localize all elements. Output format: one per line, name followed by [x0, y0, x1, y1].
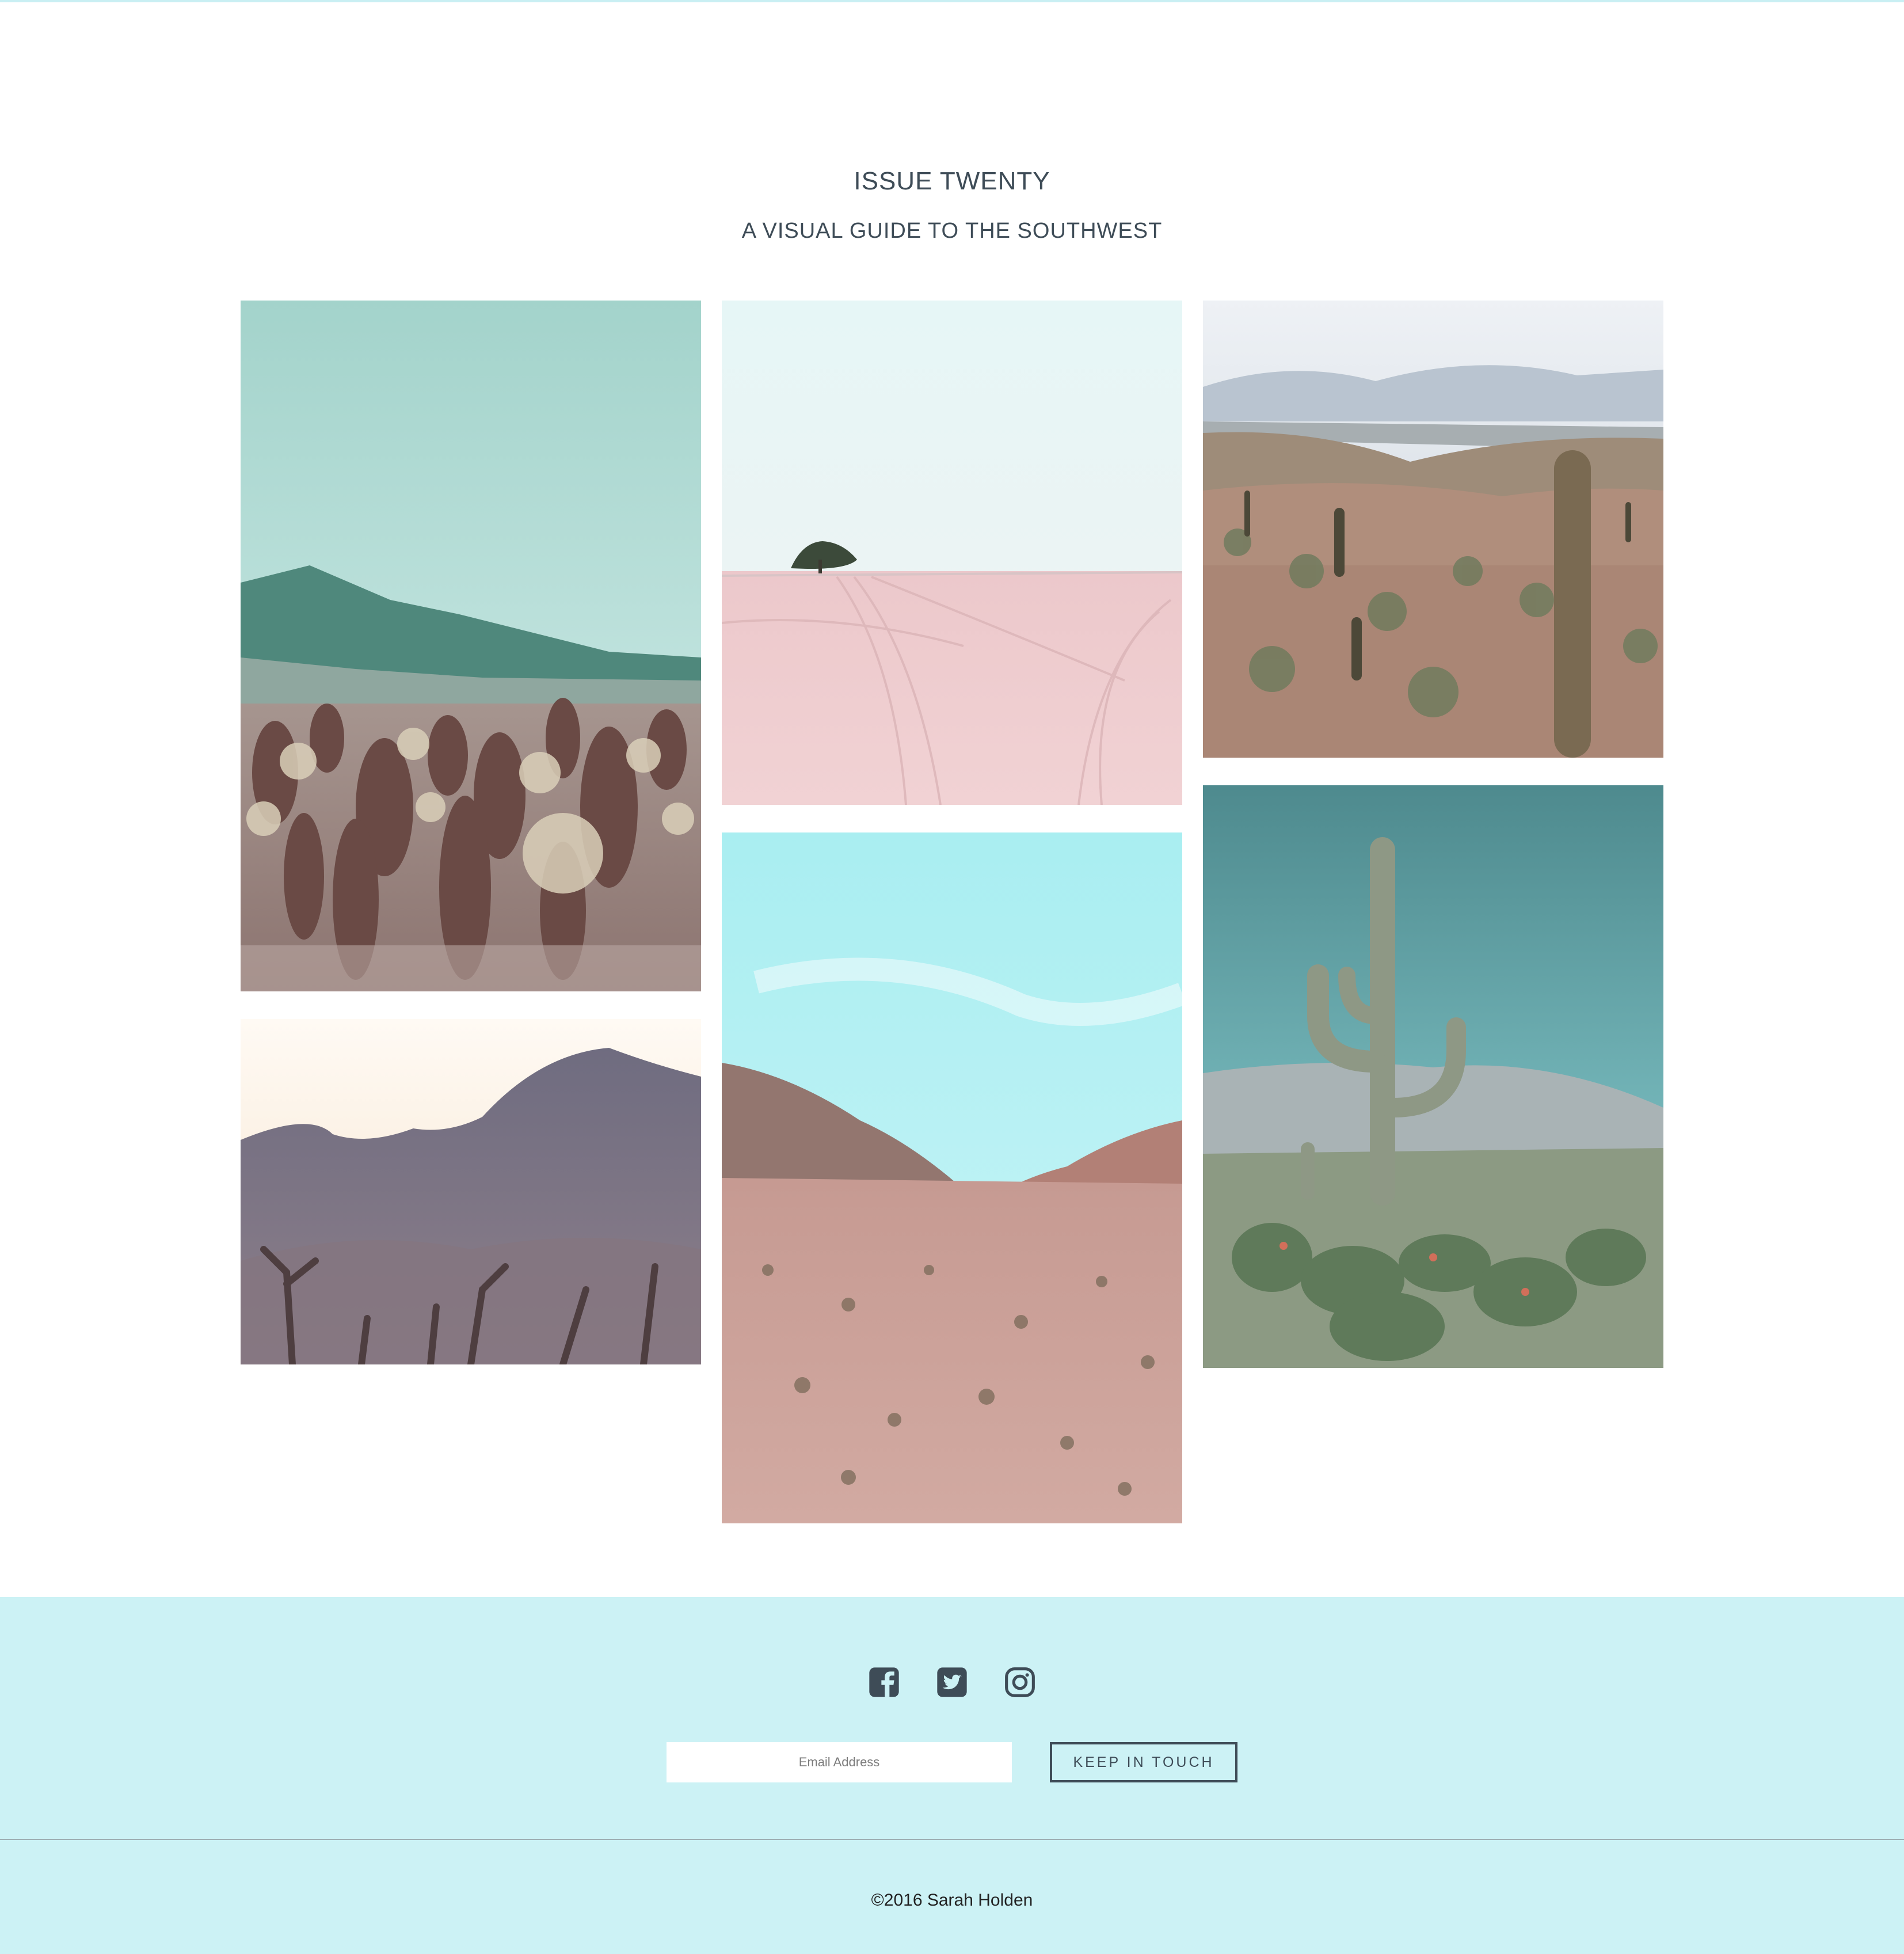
gallery-photo-cholla-garden[interactable] — [241, 301, 701, 991]
gallery-photo-desert-valley[interactable] — [722, 832, 1182, 1523]
issue-subtitle: A VISUAL GUIDE TO THE SOUTHWEST — [741, 219, 1163, 243]
gallery-photo-saguaro-overlook[interactable] — [1203, 301, 1663, 758]
keep-in-touch-button[interactable]: KEEP IN TOUCH — [1050, 1742, 1237, 1782]
facebook-icon[interactable] — [868, 1666, 900, 1698]
email-input[interactable] — [667, 1742, 1012, 1782]
footer-divider — [0, 1839, 1904, 1840]
gallery-photo-tall-saguaro[interactable] — [1203, 785, 1663, 1368]
top-accent-rule — [0, 0, 1904, 2]
issue-title: ISSUE TWENTY — [854, 167, 1050, 195]
gallery-photo-dusk-cactus[interactable] — [241, 1019, 701, 1364]
copyright-text: ©2016 Sarah Holden — [871, 1891, 1033, 1910]
site-footer: KEEP IN TOUCH ©2016 Sarah Holden — [0, 1597, 1904, 1954]
instagram-icon[interactable] — [1004, 1666, 1036, 1698]
twitter-icon[interactable] — [936, 1666, 968, 1698]
gallery-photo-lone-tree[interactable] — [722, 301, 1182, 805]
social-links — [0, 1666, 1904, 1698]
